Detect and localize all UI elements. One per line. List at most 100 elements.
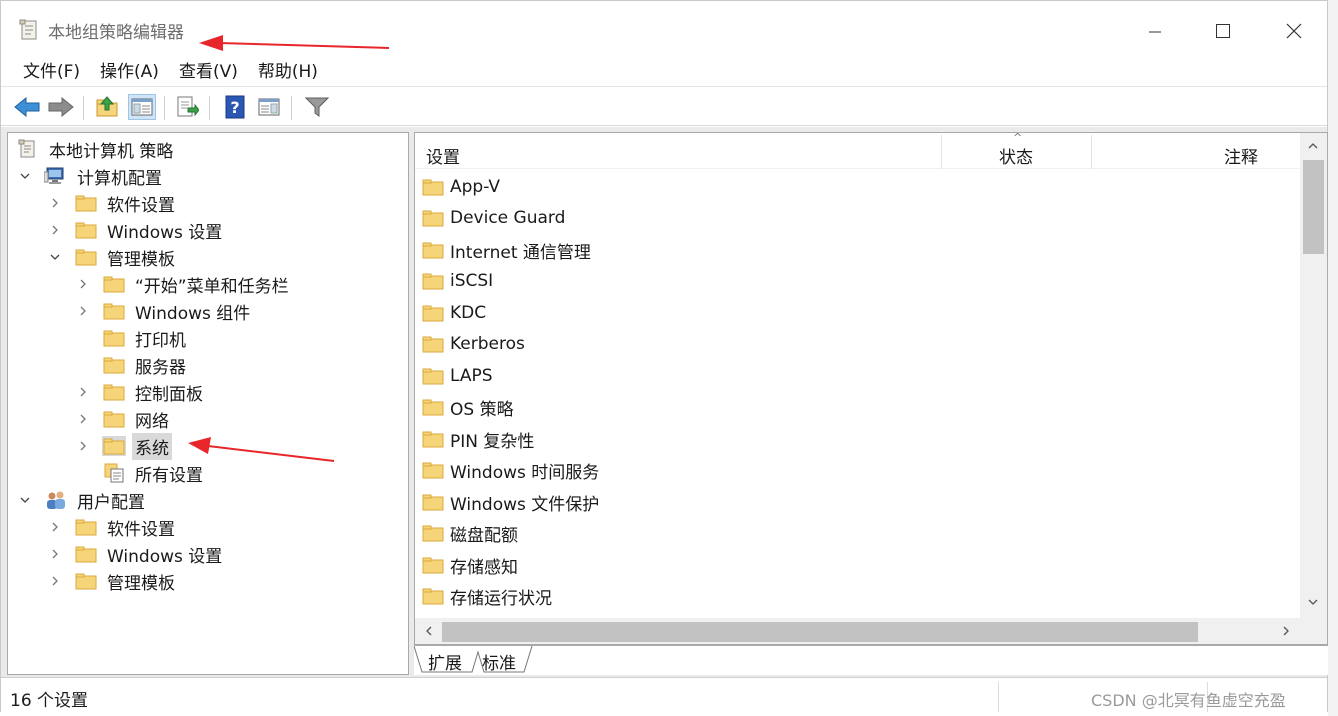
list-item-iscsi[interactable]: iSCSI bbox=[421, 267, 493, 295]
list-item-pin-complexity[interactable]: PIN 复杂性 bbox=[421, 425, 534, 453]
chevron-right-icon[interactable] bbox=[48, 574, 62, 588]
up-one-level-button[interactable] bbox=[93, 94, 121, 120]
tree-item-user-admin-templates[interactable]: 管理模板 bbox=[48, 568, 178, 594]
list-item-storage-health[interactable]: 存储运行状况 bbox=[421, 582, 552, 610]
tree-item-user-config[interactable]: 用户配置 bbox=[18, 487, 148, 513]
list-item-app-v[interactable]: App-V bbox=[421, 173, 500, 201]
chevron-down-icon[interactable] bbox=[18, 493, 32, 507]
tree-item-windows-settings[interactable]: Windows 设置 bbox=[48, 217, 225, 243]
content-area: 本地计算机 策略 计算机配置 软件设置 Windows 设置 管理模板 “开始”… bbox=[1, 127, 1328, 677]
filter-button[interactable] bbox=[303, 94, 331, 120]
list-item-internet-comm[interactable]: Internet 通信管理 bbox=[421, 236, 591, 264]
chevron-right-icon[interactable] bbox=[76, 412, 90, 426]
menu-view[interactable]: 查看(V) bbox=[169, 57, 248, 86]
list-item-kdc[interactable]: KDC bbox=[421, 299, 486, 327]
folder-icon bbox=[421, 460, 445, 480]
column-header-comment[interactable]: 注释 bbox=[1224, 143, 1258, 168]
show-hide-tree-button[interactable] bbox=[128, 94, 156, 120]
list-item-windows-file-protection[interactable]: Windows 文件保护 bbox=[421, 488, 599, 516]
tree-item-printers[interactable]: 打印机 bbox=[76, 325, 189, 351]
tree-item-control-panel[interactable]: 控制面板 bbox=[76, 379, 206, 405]
tree-item-local-computer-policy[interactable]: 本地计算机 策略 bbox=[16, 136, 176, 162]
vertical-scroll-thumb[interactable] bbox=[1303, 160, 1324, 254]
settings-list-pane[interactable]: 设置 ^ 状态 注释 App-V Device Guard Internet 通… bbox=[414, 132, 1328, 645]
watermark-text: CSDN @北冥有鱼虚空充盈 bbox=[1091, 691, 1286, 710]
tree-item-label: 打印机 bbox=[135, 330, 186, 351]
folder-icon bbox=[421, 586, 445, 606]
window-title: 本地组策略编辑器 bbox=[48, 23, 184, 43]
help-button[interactable]: ? bbox=[221, 94, 249, 120]
tree-pane[interactable]: 本地计算机 策略 计算机配置 软件设置 Windows 设置 管理模板 “开始”… bbox=[7, 132, 409, 675]
scroll-down-icon[interactable] bbox=[1304, 593, 1322, 611]
menu-file[interactable]: 文件(F) bbox=[13, 57, 90, 86]
list-item-label: App-V bbox=[450, 177, 500, 197]
menu-action[interactable]: 操作(A) bbox=[90, 57, 169, 86]
folder-icon bbox=[421, 555, 445, 575]
tab-standard[interactable]: 标准 bbox=[468, 646, 516, 674]
forward-button[interactable] bbox=[47, 94, 75, 120]
list-item-label: PIN 复杂性 bbox=[450, 431, 535, 452]
tree-item-network[interactable]: 网络 bbox=[76, 406, 172, 432]
properties-pane-button[interactable] bbox=[255, 94, 283, 120]
vertical-scrollbar[interactable] bbox=[1300, 133, 1327, 618]
chevron-right-icon[interactable] bbox=[76, 277, 90, 291]
tree-item-user-windows-settings[interactable]: Windows 设置 bbox=[48, 541, 225, 567]
list-item-storage-sense[interactable]: 存储感知 bbox=[421, 551, 518, 579]
folder-icon bbox=[421, 303, 445, 323]
chevron-down-icon[interactable] bbox=[48, 250, 62, 264]
tree-item-label: 服务器 bbox=[135, 357, 186, 378]
tree-item-user-software-settings[interactable]: 软件设置 bbox=[48, 514, 178, 540]
chevron-down-icon[interactable] bbox=[18, 169, 32, 183]
column-divider[interactable] bbox=[941, 135, 942, 169]
tree-item-software-settings[interactable]: 软件设置 bbox=[48, 190, 178, 216]
folder-icon bbox=[102, 301, 126, 321]
folder-icon bbox=[74, 571, 98, 591]
scroll-up-icon[interactable] bbox=[1304, 137, 1322, 155]
scroll-right-icon[interactable] bbox=[1277, 622, 1295, 640]
view-tabs: 扩展 标准 bbox=[414, 645, 1328, 675]
folder-icon bbox=[102, 274, 126, 294]
chevron-right-icon[interactable] bbox=[48, 547, 62, 561]
list-item-label: Internet 通信管理 bbox=[450, 242, 591, 263]
maximize-button[interactable] bbox=[1201, 15, 1245, 47]
tree-item-server[interactable]: 服务器 bbox=[76, 352, 189, 378]
chevron-right-icon[interactable] bbox=[48, 520, 62, 534]
close-button[interactable] bbox=[1272, 15, 1316, 47]
list-item-laps[interactable]: LAPS bbox=[421, 362, 493, 390]
tree-item-admin-templates[interactable]: 管理模板 bbox=[48, 244, 178, 270]
title-bar[interactable]: 本地组策略编辑器 bbox=[1, 1, 1327, 57]
menu-help[interactable]: 帮助(H) bbox=[248, 57, 328, 86]
chevron-right-icon[interactable] bbox=[48, 223, 62, 237]
forward-arrow-icon bbox=[48, 97, 74, 117]
all-settings-icon bbox=[102, 463, 126, 483]
list-item-os-policy[interactable]: OS 策略 bbox=[421, 393, 514, 421]
list-item-device-guard[interactable]: Device Guard bbox=[421, 204, 565, 232]
scroll-left-icon[interactable] bbox=[420, 622, 438, 640]
tree-item-system[interactable]: 系统 bbox=[76, 432, 172, 460]
tree-item-start-menu[interactable]: “开始”菜单和任务栏 bbox=[76, 271, 292, 297]
chevron-right-icon[interactable] bbox=[76, 439, 90, 453]
column-header-setting[interactable]: 设置 bbox=[426, 143, 460, 168]
horizontal-scrollbar[interactable] bbox=[415, 618, 1327, 644]
tab-extended[interactable]: 扩展 bbox=[414, 646, 462, 674]
horizontal-scroll-thumb[interactable] bbox=[442, 622, 1198, 642]
chevron-right-icon[interactable] bbox=[48, 196, 62, 210]
back-arrow-icon bbox=[14, 97, 40, 117]
tree-item-label: Windows 设置 bbox=[107, 546, 223, 567]
tree-item-windows-components[interactable]: Windows 组件 bbox=[76, 298, 253, 324]
desktop-background bbox=[1328, 0, 1338, 716]
folder-icon bbox=[421, 366, 445, 386]
column-header-state[interactable]: 状态 bbox=[999, 143, 1033, 168]
tree-item-label: 管理模板 bbox=[107, 573, 175, 594]
tree-item-computer-config[interactable]: 计算机配置 bbox=[18, 163, 165, 189]
list-item-windows-time[interactable]: Windows 时间服务 bbox=[421, 456, 599, 484]
list-item-disk-quota[interactable]: 磁盘配额 bbox=[421, 519, 518, 547]
tree-item-all-settings[interactable]: 所有设置 bbox=[76, 460, 206, 486]
back-button[interactable] bbox=[13, 94, 41, 120]
chevron-right-icon[interactable] bbox=[76, 304, 90, 318]
minimize-button[interactable] bbox=[1133, 15, 1177, 47]
list-item-kerberos[interactable]: Kerberos bbox=[421, 330, 525, 358]
column-divider[interactable] bbox=[1091, 135, 1092, 169]
export-list-button[interactable] bbox=[173, 94, 201, 120]
chevron-right-icon[interactable] bbox=[76, 385, 90, 399]
